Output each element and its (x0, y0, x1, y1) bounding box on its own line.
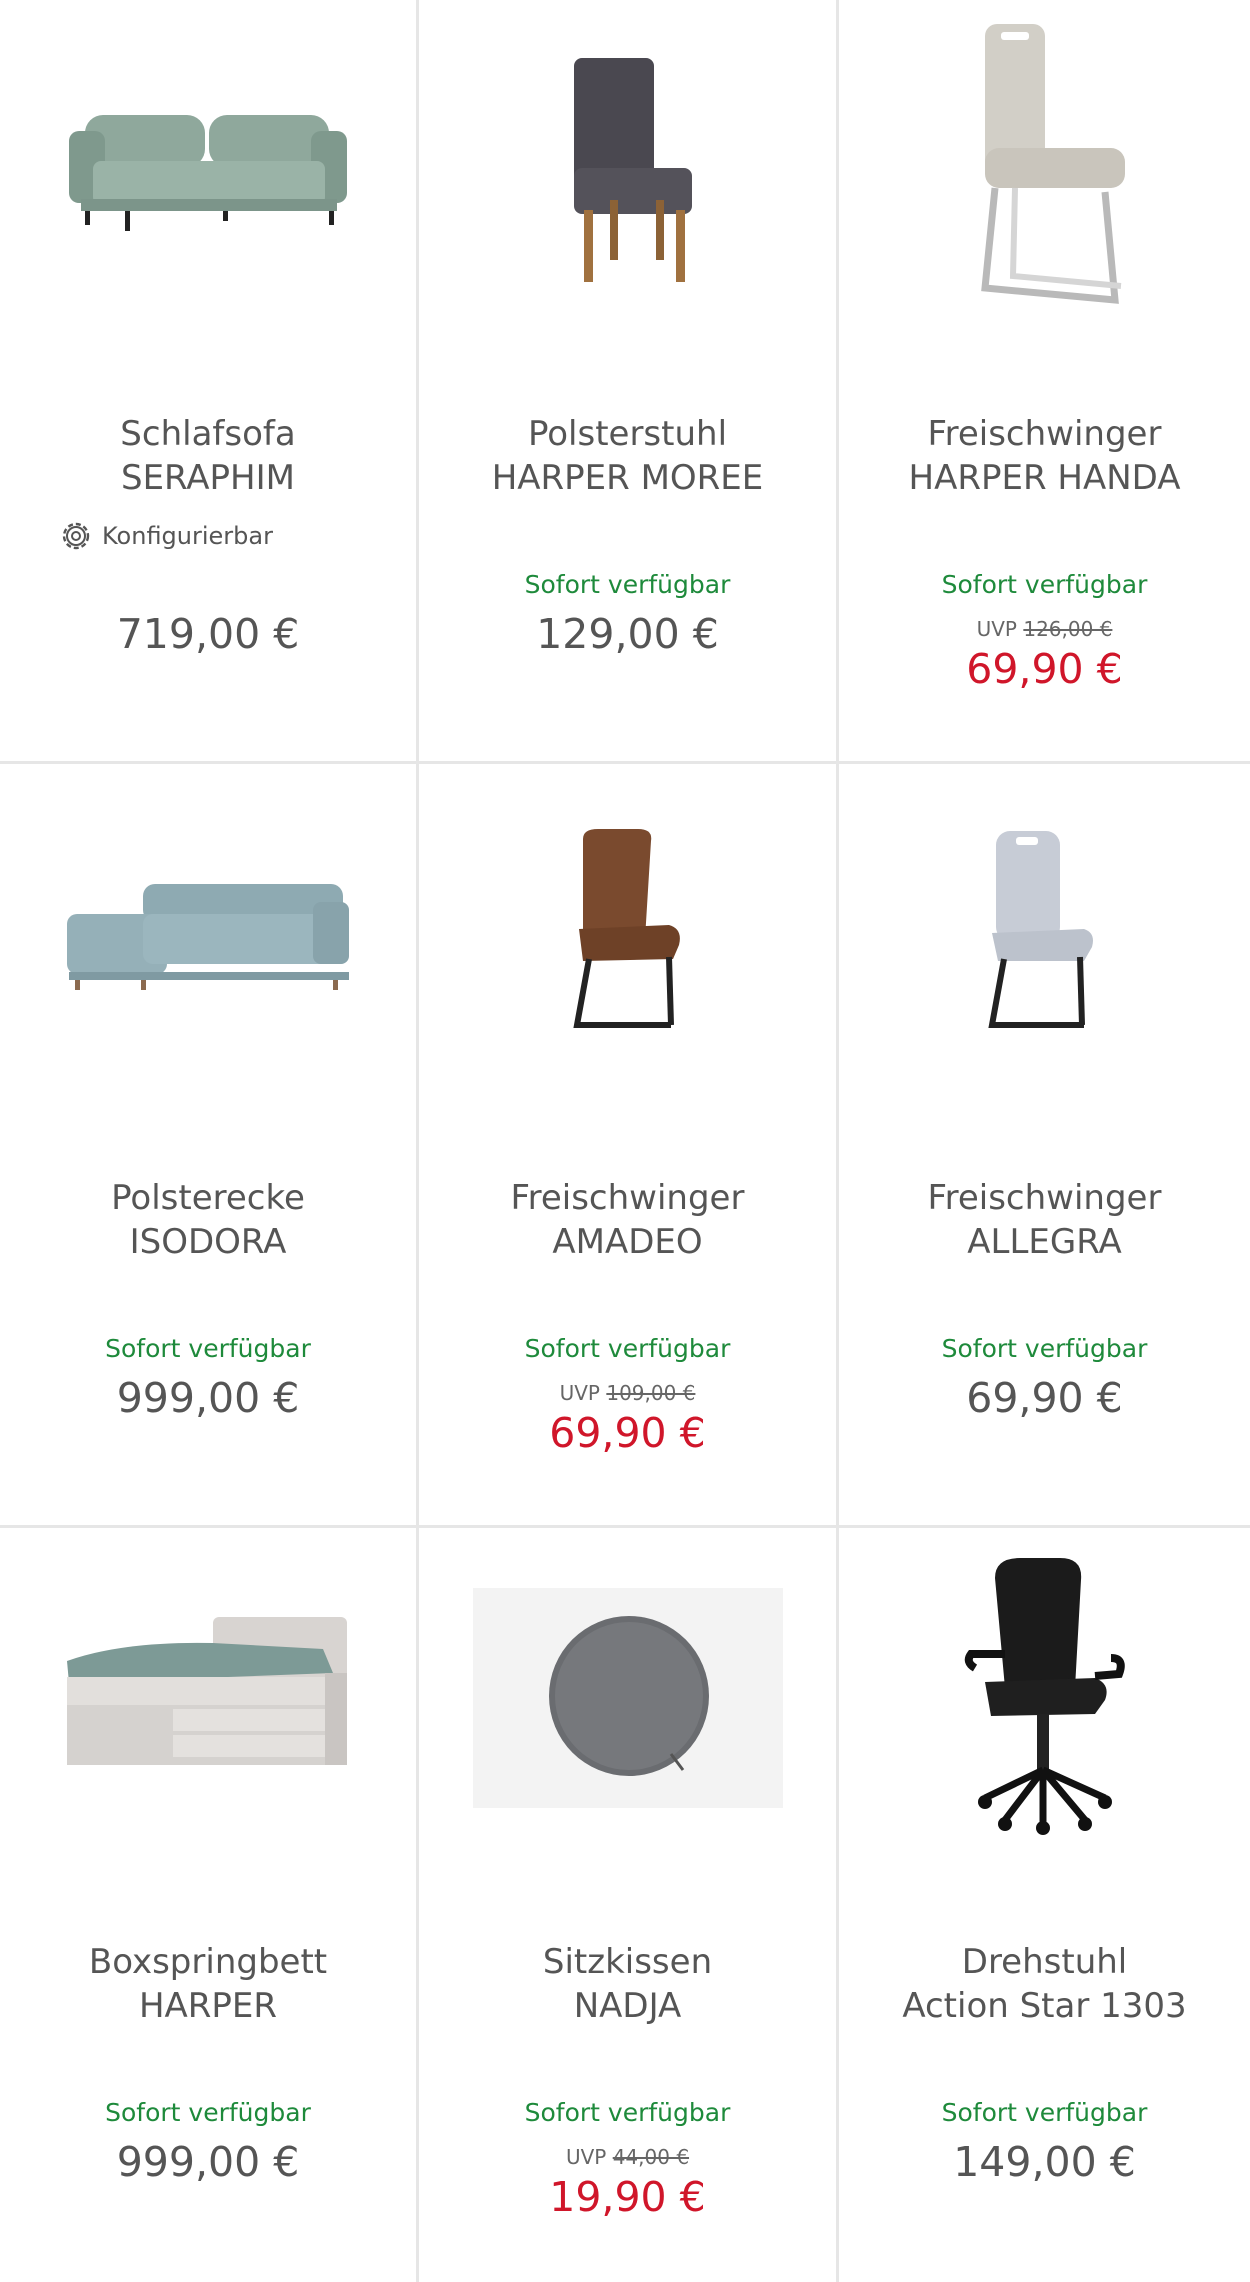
uvp-label: UVP (565, 2145, 607, 2169)
sale-price: 69,90 € (549, 1409, 706, 1457)
sale-price: 69,90 € (966, 645, 1123, 693)
product-image[interactable] (839, 774, 1250, 1094)
availability-status: Sofort verfügbar (105, 1334, 311, 1363)
product-image[interactable] (0, 1538, 416, 1858)
uvp-price: UVP 126,00 € (839, 617, 1250, 641)
product-title[interactable]: Drehstuhl Action Star 1303 (839, 1940, 1250, 2028)
product-price: 129,00 € (536, 610, 719, 658)
product-image[interactable] (419, 10, 836, 330)
grey-chair-image (987, 831, 1093, 1028)
sofa-image (69, 115, 347, 231)
uvp-price: UVP 44,00 € (419, 2145, 836, 2169)
uvp-label: UVP (559, 1381, 600, 1405)
product-price: 999,00 € (116, 2138, 300, 2186)
uvp-label: UVP (976, 617, 1017, 641)
product-title[interactable]: Schlafsofa SERAPHIM (0, 412, 416, 500)
availability-status: Sofort verfügbar (524, 570, 731, 599)
product-image[interactable] (419, 774, 836, 1094)
product-price: 999,00 € (116, 1374, 300, 1422)
product-price: 69,90 € (966, 1374, 1123, 1422)
product-image[interactable] (839, 1538, 1250, 1858)
uvp-old-price: 126,00 € (1023, 617, 1113, 641)
product-card[interactable]: Freischwinger HARPER HANDA Sofort verfüg… (839, 0, 1250, 764)
uvp-old-price: 109,00 € (606, 1381, 696, 1405)
office-chair-image (964, 1558, 1125, 1835)
configurable-label: Konfigurierbar (102, 522, 273, 550)
product-grid: Schlafsofa SERAPHIM Konfigurierbar 719,0… (0, 0, 1250, 2282)
product-card[interactable]: Drehstuhl Action Star 1303 Sofort verfüg… (839, 1528, 1250, 2282)
sale-price: 19,90 € (549, 2173, 706, 2221)
corner-sofa-image (67, 884, 349, 990)
uvp-price: UVP 109,00 € (419, 1381, 836, 1405)
product-title[interactable]: Freischwinger AMADEO (419, 1176, 836, 1264)
product-title[interactable]: Polsterstuhl HARPER MOREE (419, 412, 836, 500)
availability-status: Sofort verfügbar (941, 570, 1148, 599)
product-card[interactable]: Polsterstuhl HARPER MOREE Sofort verfügb… (419, 0, 839, 764)
product-title[interactable]: Polsterecke ISODORA (0, 1176, 416, 1264)
availability-status: Sofort verfügbar (105, 2098, 311, 2127)
product-title[interactable]: Sitzkissen NADJA (419, 1940, 836, 2028)
bed-image (67, 1617, 347, 1765)
availability-status: Sofort verfügbar (941, 2098, 1148, 2127)
product-card[interactable]: Boxspringbett HARPER Sofort verfügbar 99… (0, 1528, 419, 2282)
product-image[interactable] (839, 10, 1250, 330)
product-card[interactable]: Freischwinger ALLEGRA Sofort verfügbar 6… (839, 764, 1250, 1528)
product-card[interactable]: Polsterecke ISODORA Sofort verfügbar 999… (0, 764, 419, 1528)
product-image[interactable] (0, 774, 416, 1094)
uvp-old-price: 44,00 € (612, 2145, 690, 2169)
cantilever-chair-image (980, 24, 1125, 304)
brown-chair-image (572, 829, 680, 1028)
product-image[interactable] (0, 10, 416, 330)
product-image[interactable] (419, 1538, 836, 1858)
product-card[interactable]: Schlafsofa SERAPHIM Konfigurierbar 719,0… (0, 0, 419, 764)
availability-status: Sofort verfügbar (524, 2098, 731, 2127)
configurable-badge: Konfigurierbar (58, 518, 273, 554)
availability-status: Sofort verfügbar (524, 1334, 731, 1363)
chair-image (573, 58, 692, 282)
product-title[interactable]: Freischwinger HARPER HANDA (839, 412, 1250, 500)
product-card[interactable]: Freischwinger AMADEO Sofort verfügbar UV… (419, 764, 839, 1528)
cushion-image (472, 1588, 783, 1808)
product-price: 719,00 € (116, 610, 300, 658)
gear-icon (62, 522, 90, 550)
product-price: 149,00 € (953, 2138, 1136, 2186)
product-card[interactable]: Sitzkissen NADJA Sofort verfügbar UVP 44… (419, 1528, 839, 2282)
product-title[interactable]: Boxspringbett HARPER (0, 1940, 416, 2028)
availability-status: Sofort verfügbar (941, 1334, 1148, 1363)
product-title[interactable]: Freischwinger ALLEGRA (839, 1176, 1250, 1264)
